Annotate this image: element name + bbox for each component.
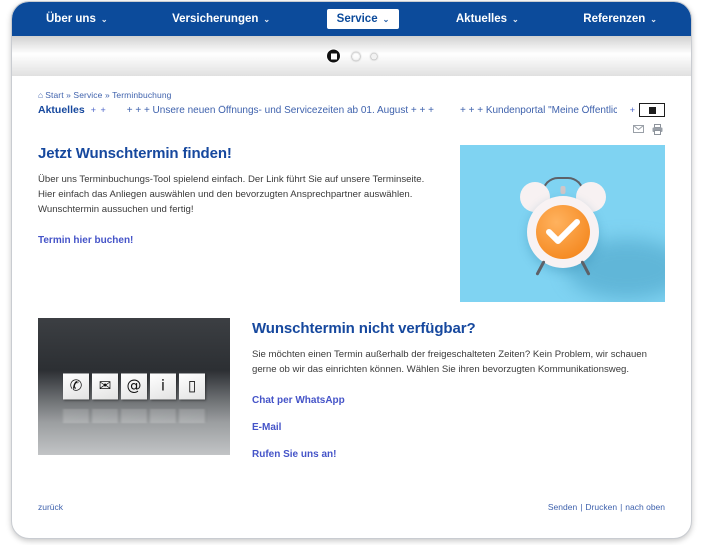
ticker-plus: + + (90, 105, 107, 115)
clock-graphic (519, 176, 607, 276)
section1-text: Jetzt Wunschtermin finden! Über uns Term… (38, 145, 438, 257)
cube-smartphone-icon: ▯ (179, 372, 205, 399)
breadcrumb: ⌂ Start » Service » Terminbuchung (38, 90, 665, 100)
ticker-controls: + (630, 103, 665, 117)
contact-cubes-image: ✆ ✉ @ i ▯ (38, 318, 230, 455)
nav-item-aktuelles[interactable]: Aktuelles ⌄ (448, 9, 527, 29)
ticker-item-2[interactable]: + + + Kundenportal "Meine Öffentliche" +… (460, 105, 617, 116)
carousel-dot-2[interactable] (352, 52, 360, 60)
termin-buchen-link[interactable]: Termin hier buchen! (38, 235, 133, 246)
cube-reflection (150, 408, 176, 423)
browser-window: Über uns ⌄ Versicherungen ⌄ Service ⌄ Ak… (11, 1, 692, 539)
cube-info-icon: i (150, 372, 176, 399)
section-termin-finden: Jetzt Wunschtermin finden! Über uns Term… (38, 145, 665, 302)
section2-text: Wunschtermin nicht verfügbar? Sie möchte… (252, 318, 665, 471)
chevron-down-icon: ⌄ (100, 15, 108, 24)
scroll-to-top-link[interactable]: nach oben (625, 502, 665, 512)
print-icon[interactable] (652, 124, 663, 135)
alarm-clock-image (460, 145, 665, 302)
clock-leg-left (534, 259, 546, 276)
footer-actions: Senden | Drucken | nach oben (548, 502, 665, 512)
nav-label: Versicherungen (172, 13, 259, 25)
cube-reflection (63, 408, 89, 423)
main-navigation: Über uns ⌄ Versicherungen ⌄ Service ⌄ Ak… (12, 2, 691, 36)
page-tools (38, 124, 665, 135)
section2-body: Sie möchten einen Termin außerhalb der f… (252, 349, 647, 375)
clock-knob (560, 185, 565, 194)
cube-row: ✆ ✉ @ i ▯ (63, 372, 205, 399)
nav-item-versicherungen[interactable]: Versicherungen ⌄ (164, 9, 278, 29)
ticker-pause-button[interactable] (639, 103, 665, 117)
send-icon[interactable] (633, 124, 644, 135)
email-link[interactable]: E-Mail (252, 422, 281, 433)
send-link[interactable]: Senden (548, 502, 577, 512)
breadcrumb-path[interactable]: Start » Service » Terminbuchung (45, 90, 171, 100)
section-termin-nicht-verfugbar: ✆ ✉ @ i ▯ Wunschtermin nicht verfügbar? … (38, 318, 665, 471)
cube-row-reflection (63, 408, 205, 423)
section1-heading: Jetzt Wunschtermin finden! (38, 145, 232, 162)
cube-at-icon: @ (121, 372, 147, 399)
carousel-dot-1-active[interactable] (326, 48, 341, 64)
back-link[interactable]: zurück (38, 502, 63, 512)
ticker-label: Aktuelles (38, 104, 85, 116)
print-link[interactable]: Drucken (585, 502, 617, 512)
hero-banner-carousel (12, 36, 691, 76)
checkmark-icon (545, 218, 580, 244)
nav-item-service[interactable]: Service ⌄ (326, 9, 400, 29)
news-ticker: Aktuelles + + + + + Unsere neuen Öffnung… (38, 103, 665, 117)
nav-label: Aktuelles (455, 13, 508, 25)
clock-body (526, 195, 599, 276)
cube-reflection (179, 408, 205, 423)
footer-separator: | (580, 502, 583, 512)
cube-reflection (92, 408, 118, 423)
chevron-down-icon: ⌄ (512, 15, 519, 24)
nav-label: Service (336, 13, 378, 25)
page-content: ⌂ Start » Service » Terminbuchung Aktuell… (12, 76, 691, 471)
cube-reflection (121, 408, 147, 423)
home-icon[interactable]: ⌂ (38, 90, 43, 100)
ticker-items: + + + Unsere neuen Öffnungs- und Service… (113, 105, 617, 116)
cube-envelope-icon: ✉ (92, 372, 118, 399)
carousel-dots (12, 48, 691, 64)
footer-separator: | (620, 502, 623, 512)
carousel-dot-3[interactable] (371, 53, 377, 59)
nav-item-referenzen[interactable]: Referenzen ⌄ (575, 9, 665, 29)
ticker-item-1[interactable]: + + + Unsere neuen Öffnungs- und Service… (127, 105, 434, 116)
clock-face (535, 204, 590, 259)
nav-item-uber-uns[interactable]: Über uns ⌄ (38, 9, 116, 29)
section1-body: Über uns Terminbuchungs-Tool spielend ei… (38, 174, 425, 215)
phone-call-link[interactable]: Rufen Sie uns an! (252, 449, 336, 460)
nav-label: Referenzen (583, 13, 646, 25)
page-footer: zurück Senden | Drucken | nach oben (38, 502, 665, 512)
chevron-down-icon: ⌄ (650, 15, 657, 24)
ticker-trailing-plus: + (629, 105, 636, 115)
whatsapp-chat-link[interactable]: Chat per WhatsApp (252, 395, 345, 406)
cube-phone-icon: ✆ (63, 372, 89, 399)
chevron-down-icon: ⌄ (382, 15, 390, 24)
section2-heading: Wunschtermin nicht verfügbar? (252, 320, 476, 337)
nav-label: Über uns (46, 13, 96, 25)
chevron-down-icon: ⌄ (263, 15, 271, 24)
